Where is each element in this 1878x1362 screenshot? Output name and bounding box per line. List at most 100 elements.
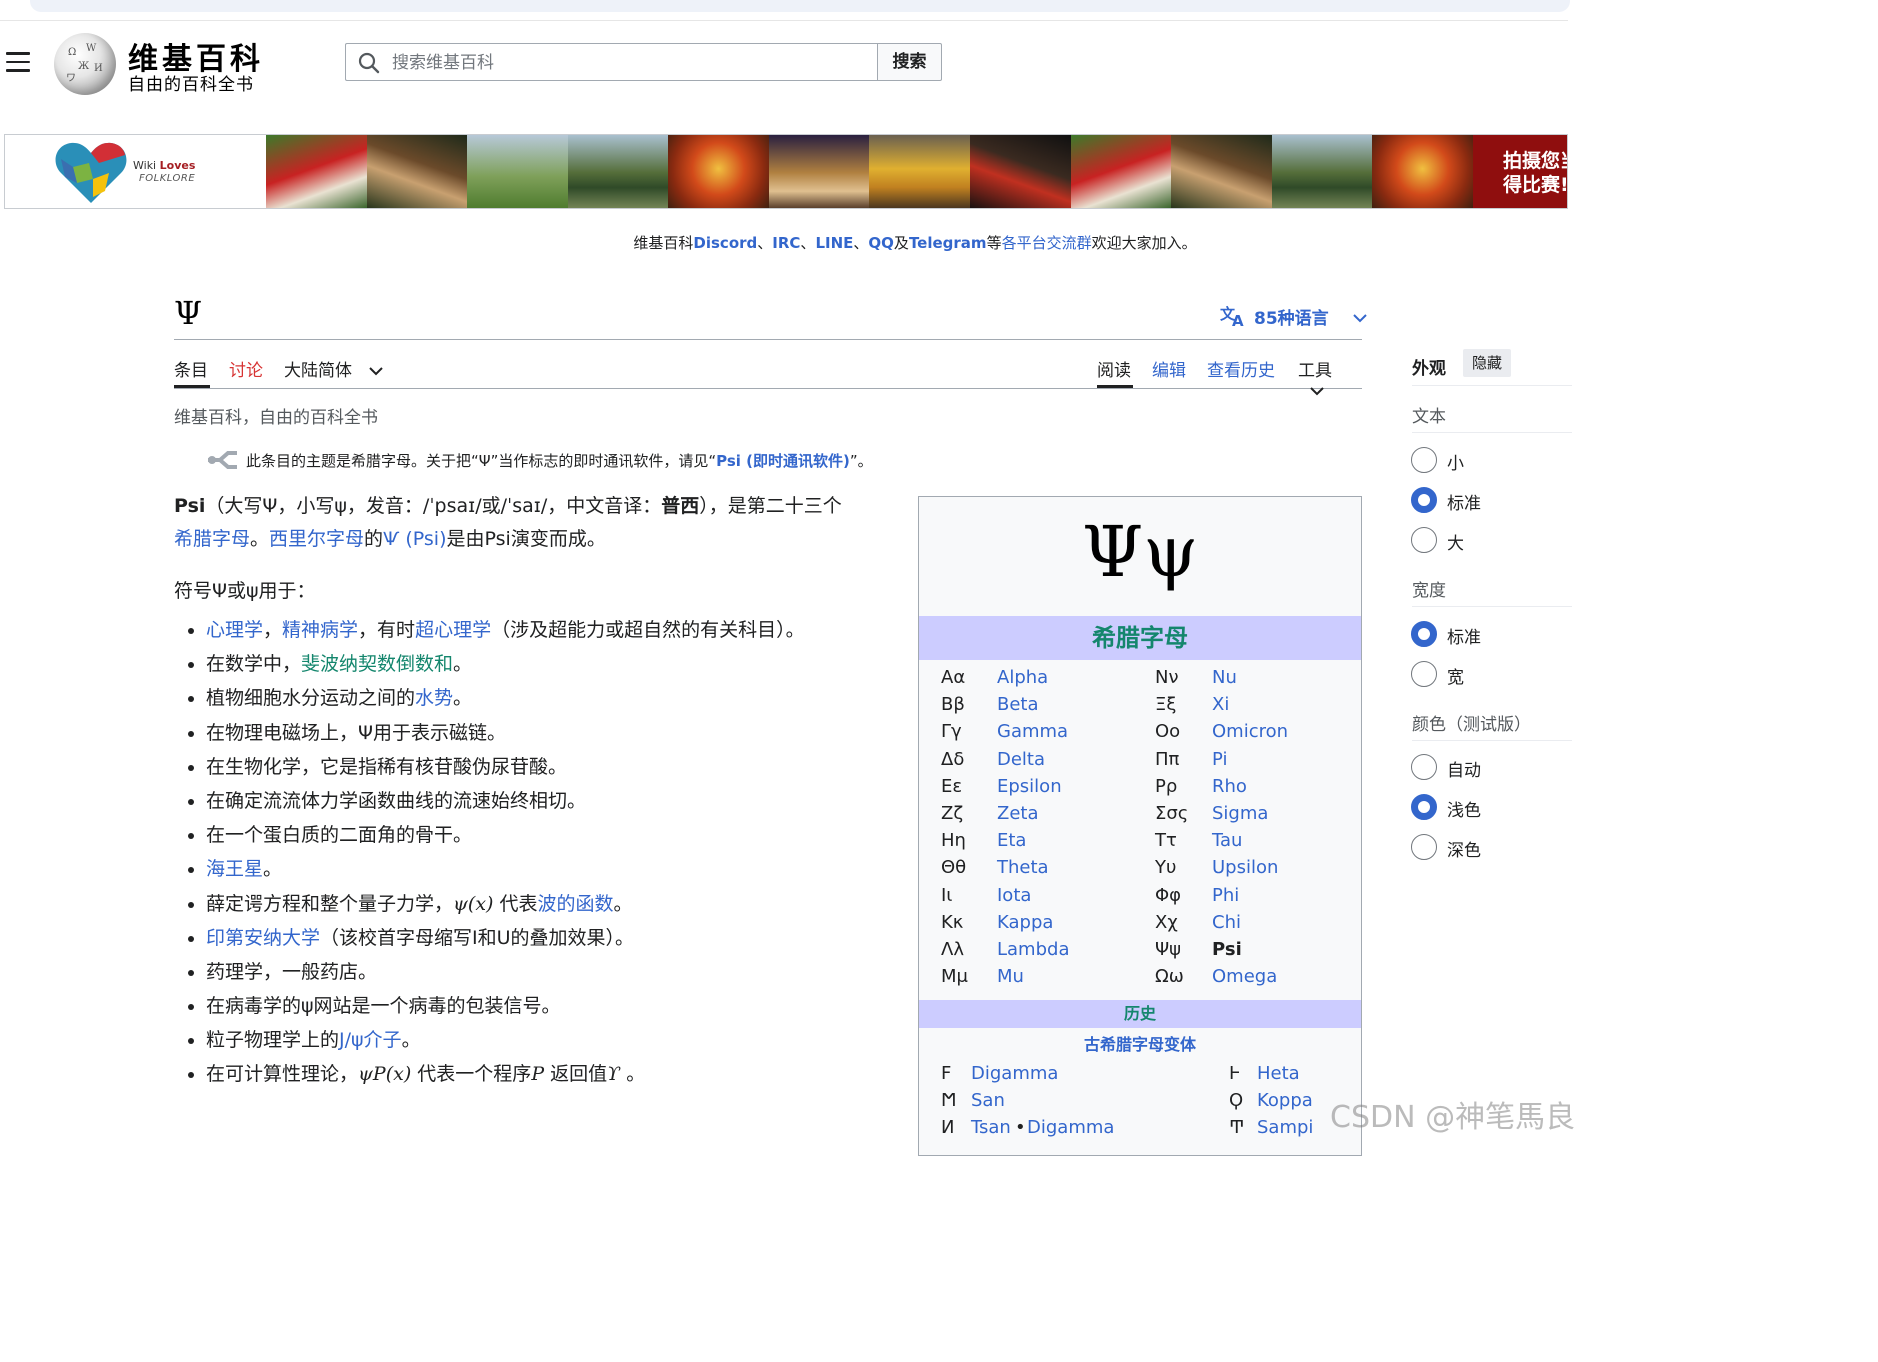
banner-cta[interactable]: 拍摄您当得比赛!	[1473, 135, 1567, 208]
link-cyrillic-psi[interactable]: Ѱ (Psi)	[383, 528, 446, 550]
letter-link[interactable]: Theta	[997, 854, 1049, 881]
radio-color-auto[interactable]	[1411, 754, 1437, 780]
tab-talk[interactable]: 讨论	[229, 356, 263, 387]
wiki-loves-folklore-banner[interactable]: Wiki Loves FOLKLORE 拍摄您当得比赛!	[4, 134, 1568, 209]
letter-link[interactable]: Sigma	[1212, 800, 1268, 827]
archaic-link[interactable]: Digamma	[971, 1063, 1058, 1084]
radio-label[interactable]: 标准	[1447, 489, 1481, 514]
notice-text: 等	[986, 234, 1002, 252]
letter-link[interactable]: Iota	[997, 882, 1031, 909]
search-button[interactable]: 搜索	[877, 43, 942, 81]
archaic-link[interactable]: Digamma	[1027, 1117, 1114, 1138]
width-label: 宽度	[1412, 581, 1446, 601]
link-indiana-university[interactable]: 印第安纳大学	[206, 927, 320, 949]
infobox-header[interactable]: 希腊字母	[919, 616, 1361, 660]
archaic-link[interactable]: Heta	[1257, 1063, 1300, 1084]
hatnote-text: 此条目的主题是希腊字母。关于把“Ψ”当作标志的即时通讯软件，请见“	[246, 452, 717, 470]
radio-label[interactable]: 大	[1447, 529, 1464, 554]
letter-link[interactable]: Nu	[1212, 664, 1237, 691]
archaic-link[interactable]: Sampi	[1257, 1117, 1313, 1138]
radio-label[interactable]: 浅色	[1447, 796, 1481, 821]
notice-line-link[interactable]: LINE	[815, 234, 853, 252]
letter-glyph: Ιι	[941, 884, 953, 906]
radio-text-large[interactable]	[1411, 527, 1437, 553]
letter-link[interactable]: Chi	[1212, 909, 1241, 936]
tab-read[interactable]: 阅读	[1097, 356, 1133, 388]
notice-groups-link[interactable]: 各平台交流群	[1002, 234, 1092, 252]
link-parapsychology[interactable]: 超心理学	[415, 619, 491, 641]
letter-link[interactable]: Phi	[1212, 882, 1239, 909]
radio-text-standard[interactable]	[1411, 487, 1437, 513]
radio-text-small[interactable]	[1411, 447, 1437, 473]
radio-label[interactable]: 宽	[1447, 663, 1464, 688]
notice-irc-link[interactable]: IRC	[772, 234, 800, 252]
radio-width-standard[interactable]	[1411, 621, 1437, 647]
translate-icon: 文A	[1220, 305, 1244, 330]
letter-glyph: Ββ	[941, 694, 965, 716]
link-psychology[interactable]: 心理学	[206, 619, 263, 641]
letter-link[interactable]: Xi	[1212, 691, 1229, 718]
letter-row: Εε Epsilon Ρρ Rho	[941, 773, 1361, 800]
link-jpsi-meson[interactable]: J/ψ介子	[339, 1029, 402, 1051]
link-reciprocal-fibonacci[interactable]: 斐波纳契数倒数和	[301, 653, 453, 675]
letter-link[interactable]: Omicron	[1212, 718, 1288, 745]
link-cyrillic[interactable]: 西里尔字母	[269, 528, 364, 550]
radio-color-dark[interactable]	[1411, 834, 1437, 860]
letter-link[interactable]: Rho	[1212, 773, 1247, 800]
wikipedia-globe-logo[interactable]: ΩWЖИワ	[54, 33, 116, 95]
link-water-potential[interactable]: 水势	[415, 687, 453, 709]
letter-link[interactable]: Epsilon	[997, 773, 1062, 800]
radio-color-light[interactable]	[1411, 794, 1437, 820]
search-input[interactable]	[390, 50, 864, 76]
archaic-header[interactable]: 古希腊字母变体	[919, 1031, 1361, 1055]
letter-link[interactable]: Kappa	[997, 909, 1053, 936]
tab-tools[interactable]: 工具	[1298, 356, 1362, 396]
hatnote-link[interactable]: Psi (即时通讯软件)	[716, 452, 850, 470]
archaic-link[interactable]: Koppa	[1257, 1090, 1313, 1111]
letter-link[interactable]: Delta	[997, 746, 1045, 773]
archaic-separator: •	[1015, 1117, 1026, 1138]
link-psychiatry[interactable]: 精神病学	[282, 619, 358, 641]
appearance-hide-button[interactable]: 隐藏	[1463, 349, 1511, 377]
letter-glyph: Υυ	[1155, 857, 1177, 879]
notice-qq-link[interactable]: QQ	[868, 234, 894, 252]
language-button[interactable]: 文 A 85种语言	[1220, 304, 1375, 330]
letter-link[interactable]: Omega	[1212, 963, 1277, 990]
archaic-link[interactable]: Tsan	[971, 1117, 1011, 1138]
tab-variant[interactable]: 大陆简体	[284, 356, 384, 387]
letter-link[interactable]: Lambda	[997, 936, 1069, 963]
letter-link[interactable]: Upsilon	[1212, 854, 1278, 881]
radio-label[interactable]: 自动	[1447, 756, 1481, 781]
radio-label[interactable]: 深色	[1447, 836, 1481, 861]
tab-edit[interactable]: 编辑	[1152, 356, 1186, 387]
list-item: 药理学，一般药店。	[206, 956, 926, 990]
search-box[interactable]	[345, 43, 877, 81]
radio-label[interactable]: 小	[1447, 449, 1464, 474]
link-neptune[interactable]: 海王星	[206, 858, 263, 880]
letter-link[interactable]: Tau	[1212, 827, 1242, 854]
letter-link[interactable]: Eta	[997, 827, 1026, 854]
notice-discord-link[interactable]: Discord	[693, 234, 757, 252]
link-wave-function[interactable]: 波的函数	[538, 893, 614, 915]
notice-telegram-link[interactable]: Telegram	[909, 234, 987, 252]
letter-link[interactable]: Beta	[997, 691, 1039, 718]
archaic-link[interactable]: San	[971, 1090, 1005, 1111]
browser-address-bar-strip	[0, 0, 1570, 21]
letter-link[interactable]: Pi	[1212, 746, 1227, 773]
radio-label[interactable]: 标准	[1447, 623, 1481, 648]
letter-glyph: Λλ	[941, 938, 964, 960]
list-item: 在一个蛋白质的二面角的骨干。	[206, 819, 926, 853]
tab-history[interactable]: 查看历史	[1207, 356, 1275, 387]
letter-link[interactable]: Gamma	[997, 718, 1068, 745]
main-menu-icon[interactable]	[6, 52, 30, 72]
tab-article[interactable]: 条目	[174, 356, 210, 388]
tools-label: 工具	[1298, 361, 1332, 381]
letter-glyph: Φφ	[1155, 884, 1182, 906]
letter-glyph: Κκ	[941, 911, 964, 933]
letter-link[interactable]: Mu	[997, 963, 1024, 990]
letter-link[interactable]: Zeta	[997, 800, 1039, 827]
link-greek-alphabet[interactable]: 希腊字母	[174, 528, 250, 550]
radio-width-wide[interactable]	[1411, 661, 1437, 687]
letter-link[interactable]: Alpha	[997, 664, 1048, 691]
letter-grid: Αα Alpha Νν Nu Ββ Beta Ξξ Xi Γγ Gamma Οο Omicron Δδ D…	[941, 664, 1361, 990]
